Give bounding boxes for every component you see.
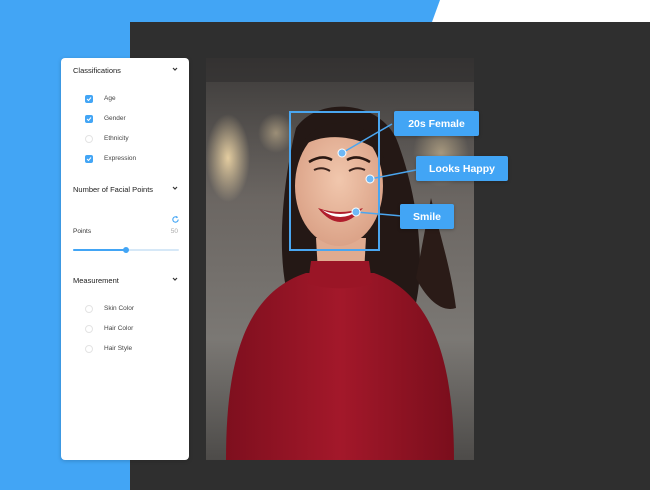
- option-label: Age: [104, 95, 116, 102]
- points-value: 50: [170, 228, 178, 235]
- chevron-down-icon[interactable]: [171, 275, 179, 283]
- options-sidebar: Classifications Age Gender Ethnicity Exp…: [61, 58, 189, 460]
- age-checkbox[interactable]: [85, 95, 93, 103]
- option-label: Skin Color: [104, 305, 134, 312]
- refresh-icon[interactable]: [171, 215, 180, 224]
- points-label: Points: [73, 228, 92, 235]
- ethnicity-checkbox[interactable]: [85, 135, 93, 143]
- measurement-title: Measurement: [73, 276, 119, 285]
- gender-checkbox[interactable]: [85, 115, 93, 123]
- hair-style-checkbox[interactable]: [85, 345, 93, 353]
- chevron-down-icon[interactable]: [171, 65, 179, 73]
- option-label: Hair Style: [104, 345, 133, 352]
- skin-color-checkbox[interactable]: [85, 305, 93, 313]
- measurement-header[interactable]: Measurement: [73, 273, 179, 287]
- facial-points-title: Number of Facial Points: [73, 185, 154, 194]
- smile-tag: Smile: [400, 204, 454, 229]
- chevron-down-icon[interactable]: [171, 184, 179, 192]
- expression-tag: Looks Happy: [416, 156, 508, 181]
- expression-checkbox[interactable]: [85, 155, 93, 163]
- option-label: Gender: [104, 115, 126, 122]
- slider-fill: [73, 249, 126, 251]
- slider-thumb[interactable]: [123, 247, 129, 253]
- points-slider[interactable]: [73, 247, 179, 253]
- age-gender-tag: 20s Female: [394, 111, 479, 136]
- option-label: Ethnicity: [104, 135, 129, 142]
- option-label: Expression: [104, 155, 137, 162]
- facial-points-header[interactable]: Number of Facial Points: [73, 182, 179, 196]
- check-icon: [86, 97, 92, 102]
- check-icon: [86, 117, 92, 122]
- check-icon: [86, 157, 92, 162]
- classifications-title: Classifications: [73, 66, 121, 75]
- face-detection-box: [289, 111, 380, 251]
- hair-color-checkbox[interactable]: [85, 325, 93, 333]
- classifications-header[interactable]: Classifications: [73, 63, 179, 77]
- option-label: Hair Color: [104, 325, 134, 332]
